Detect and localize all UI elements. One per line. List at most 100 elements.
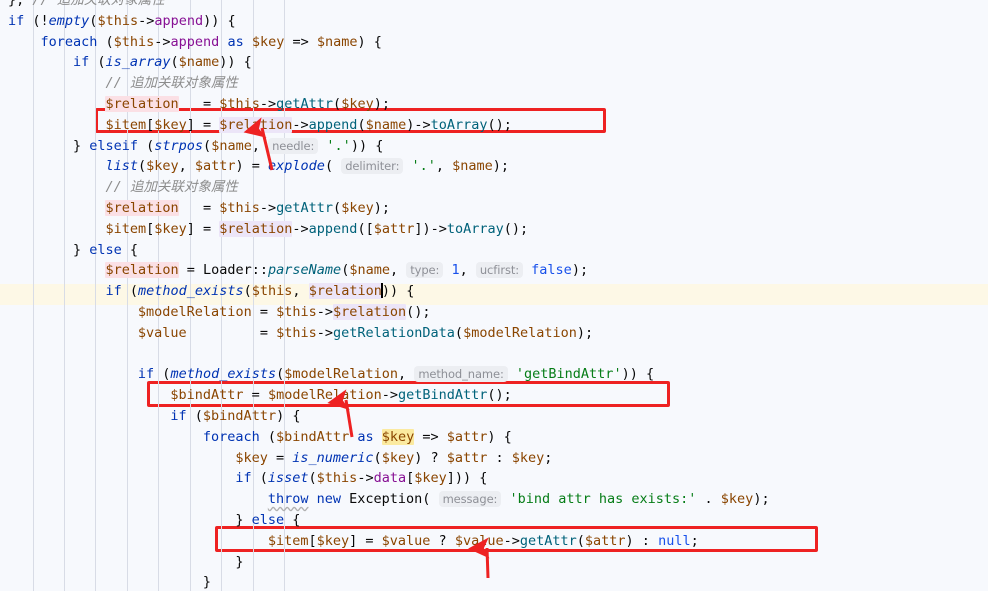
code-line[interactable]: $relation = $this->getAttr($key); <box>0 198 988 219</box>
code-token: ; <box>690 532 699 549</box>
code-line[interactable]: if ($bindAttr) { <box>0 406 988 427</box>
code-line[interactable]: // 追加关联对象属性 <box>0 177 988 198</box>
code-token: ( <box>308 470 317 487</box>
code-token: $value <box>137 324 187 341</box>
code-token: $name <box>349 262 390 279</box>
inline-param-hint: needle: <box>268 137 319 154</box>
code-token: isset <box>267 470 309 487</box>
code-line[interactable]: // 追加关联对象属性 <box>0 73 988 94</box>
code-token: $name <box>178 54 220 71</box>
code-token: = <box>251 304 277 320</box>
code-token: , <box>251 137 269 154</box>
code-token: $relation <box>105 200 179 216</box>
code-token: $attr <box>446 449 488 466</box>
code-token: = <box>178 96 220 112</box>
code-token: ) { <box>487 428 512 445</box>
code-token: append <box>308 220 358 237</box>
code-line[interactable]: $item[$key] = $relation->append($name)->… <box>0 115 988 136</box>
code-token: $modelRelation <box>284 366 399 383</box>
code-token: ( <box>373 449 382 466</box>
code-token: $name <box>365 116 407 133</box>
code-token: $relation <box>219 220 293 237</box>
code-token: ); <box>492 158 510 175</box>
code-token: else <box>89 241 122 258</box>
code-line[interactable]: if (method_exists($modelRelation, method… <box>0 364 988 385</box>
code-line[interactable]: $key = is_numeric($key) ? $attr : $key; <box>0 448 988 469</box>
code-token: )) { <box>381 283 415 300</box>
code-token: $name <box>211 137 252 154</box>
code-token: $this <box>97 12 139 29</box>
code-token: -> <box>259 96 277 112</box>
code-token: empty <box>48 12 90 29</box>
code-token: ])-> <box>414 220 447 237</box>
code-token: => <box>414 428 447 445</box>
code-token: , <box>459 262 476 279</box>
code-token: $key <box>251 33 285 50</box>
inline-param-hint: ucfirst: <box>475 262 524 279</box>
code-token: = <box>186 324 277 341</box>
inline-param-hint: method_name: <box>414 366 508 383</box>
code-token: elseif <box>89 137 138 154</box>
code-token: [ <box>146 116 155 133</box>
code-line[interactable]: list($key, $attr) = explode( delimiter: … <box>0 156 988 177</box>
code-token: => <box>284 33 317 50</box>
code-token: $modelRelation <box>267 387 382 404</box>
code-token: foreach <box>40 33 98 50</box>
code-line[interactable]: if (!empty($this->append)) { <box>0 11 988 32</box>
code-line[interactable]: $value = $this->getRelationData($modelRe… <box>0 323 988 344</box>
code-token: ) = <box>235 158 269 175</box>
code-line[interactable]: if (isset($this->data[$key])) { <box>0 468 988 489</box>
code-line[interactable]: $bindAttr = $modelRelation->getBindAttr(… <box>0 385 988 406</box>
code-token: ) { <box>357 33 382 50</box>
code-token: ( <box>576 532 585 549</box>
code-token: -> <box>292 116 309 133</box>
code-token: (); <box>487 116 512 133</box>
code-token: ( <box>333 200 342 216</box>
code-token: , <box>178 158 195 175</box>
code-token: $key <box>414 470 447 487</box>
code-token: $this <box>219 200 260 216</box>
code-line[interactable] <box>0 344 988 365</box>
code-line[interactable]: } else { <box>0 510 988 531</box>
code-token: ) : <box>625 532 659 549</box>
code-content[interactable]: }, // 追加关联对象属性 if (!empty($this->append))… <box>0 0 988 591</box>
code-token: [ <box>308 532 317 549</box>
code-token: ( <box>324 158 342 175</box>
code-token: new <box>316 491 341 508</box>
code-line[interactable]: } <box>0 572 988 591</box>
code-token: getBindAttr <box>398 387 488 404</box>
code-line[interactable]: }, // 追加关联对象属性 <box>0 0 988 11</box>
code-token: }, <box>8 0 33 8</box>
code-token: method_exists <box>170 366 277 383</box>
code-token: list <box>105 158 138 175</box>
code-line[interactable]: $modelRelation = $this->$relation(); <box>0 302 988 323</box>
code-token: if <box>235 470 252 487</box>
code-token: $key <box>235 449 268 466</box>
code-editor[interactable]: }, // 追加关联对象属性 if (!empty($this->append))… <box>0 0 988 591</box>
code-token: = <box>267 449 293 466</box>
code-token: $this <box>276 324 317 341</box>
code-line[interactable]: } elseif (strpos($name, needle: '.')) { <box>0 136 988 157</box>
code-token: $key <box>511 449 545 466</box>
code-token: ( <box>422 491 439 508</box>
code-line[interactable]: if (method_exists($this, $relation)) { <box>0 281 988 302</box>
code-token: ([ <box>357 220 374 237</box>
code-line[interactable]: if (is_array($name)) { <box>0 52 988 73</box>
code-line[interactable]: throw new Exception( message: 'bind attr… <box>0 489 988 510</box>
code-line[interactable]: } else { <box>0 240 988 261</box>
code-line[interactable]: $item[$key] = $value ? $value->getAttr($… <box>0 531 988 552</box>
code-line[interactable]: $item[$key] = $relation->append([$attr])… <box>0 219 988 240</box>
code-line[interactable]: $relation = $this->getAttr($key); <box>0 94 988 115</box>
code-token: as <box>357 428 374 445</box>
code-token: (); <box>503 220 529 237</box>
code-line[interactable]: $relation = Loader::parseName($name, typ… <box>0 260 988 281</box>
code-token: '.' <box>411 158 436 175</box>
code-line[interactable]: } <box>0 552 988 573</box>
code-token: if <box>8 12 25 29</box>
code-line[interactable]: foreach ($this->append as $key => $name)… <box>0 32 988 53</box>
code-token: getRelationData <box>333 324 455 341</box>
code-line[interactable]: foreach ($bindAttr as $key => $attr) { <box>0 427 988 448</box>
code-token: ( <box>203 137 212 154</box>
